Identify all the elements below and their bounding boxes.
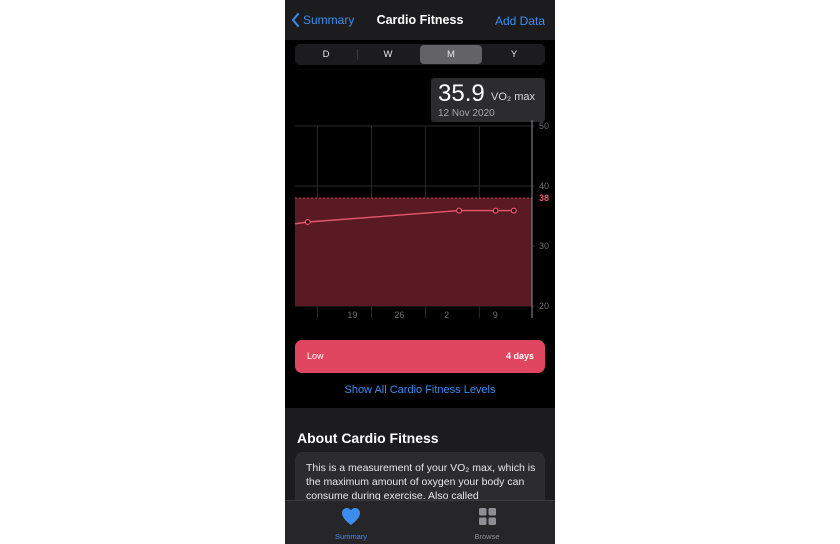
back-button[interactable]: Summary [291,13,354,27]
data-point [492,207,499,214]
chevron-left-icon [292,13,299,27]
show-all-levels: Show All Cardio Fitness Levels [285,384,555,396]
tab-browse-label: Browse [474,532,500,541]
add-data-button[interactable]: Add Data [495,14,545,28]
tooltip-value: 35.9 [438,80,485,107]
x-tick-label: 2 [444,310,449,320]
cardio-fitness-chart[interactable]: 20 30 40 50 38 19 26 2 9 [285,120,555,330]
x-tick-label: 9 [493,310,498,320]
y-tick-label: 30 [539,241,549,251]
segment-week[interactable]: W [357,44,419,65]
back-label: Summary [303,13,355,27]
y-tick-label: 40 [539,181,549,191]
segment-month[interactable]: M [420,45,482,64]
tab-summary-label: Summary [334,532,368,541]
data-point [456,207,463,214]
tab-bar: Summary Browse [285,500,555,544]
selected-value-tooltip: 35.9 VO₂ max 12 Nov 2020 [431,78,545,122]
y-tick-label: 20 [539,301,549,311]
data-point [510,207,517,214]
segment-year[interactable]: Y [483,44,545,65]
show-all-levels-link[interactable]: Show All Cardio Fitness Levels [344,384,495,396]
level-name: Low [307,351,324,361]
navigation-bar: Summary Cardio Fitness Add Data [285,0,555,40]
tab-summary[interactable]: Summary [311,507,391,541]
level-days: 4 days [505,351,534,361]
heart-icon [342,508,360,525]
y-tick-label: 50 [539,121,549,131]
tooltip-unit: VO₂ max [491,91,535,103]
tab-browse[interactable]: Browse [447,507,527,541]
x-tick-label: 26 [394,310,404,320]
about-text: This is a measurement of your VO₂ max, w… [306,462,536,502]
about-title: About Cardio Fitness [297,430,439,446]
segment-day[interactable]: D [295,44,357,65]
grid-icon [478,508,496,525]
x-tick-label: 19 [347,310,357,320]
phone-screen: Summary Cardio Fitness Add Data D W M Y … [285,0,555,544]
tooltip-date: 12 Nov 2020 [438,108,495,119]
level-threshold-label: 38 [539,193,549,203]
fitness-level-bar[interactable]: Low 4 days [295,340,545,373]
time-range-segmented-control: D W M Y [295,44,545,65]
data-point [304,218,311,225]
